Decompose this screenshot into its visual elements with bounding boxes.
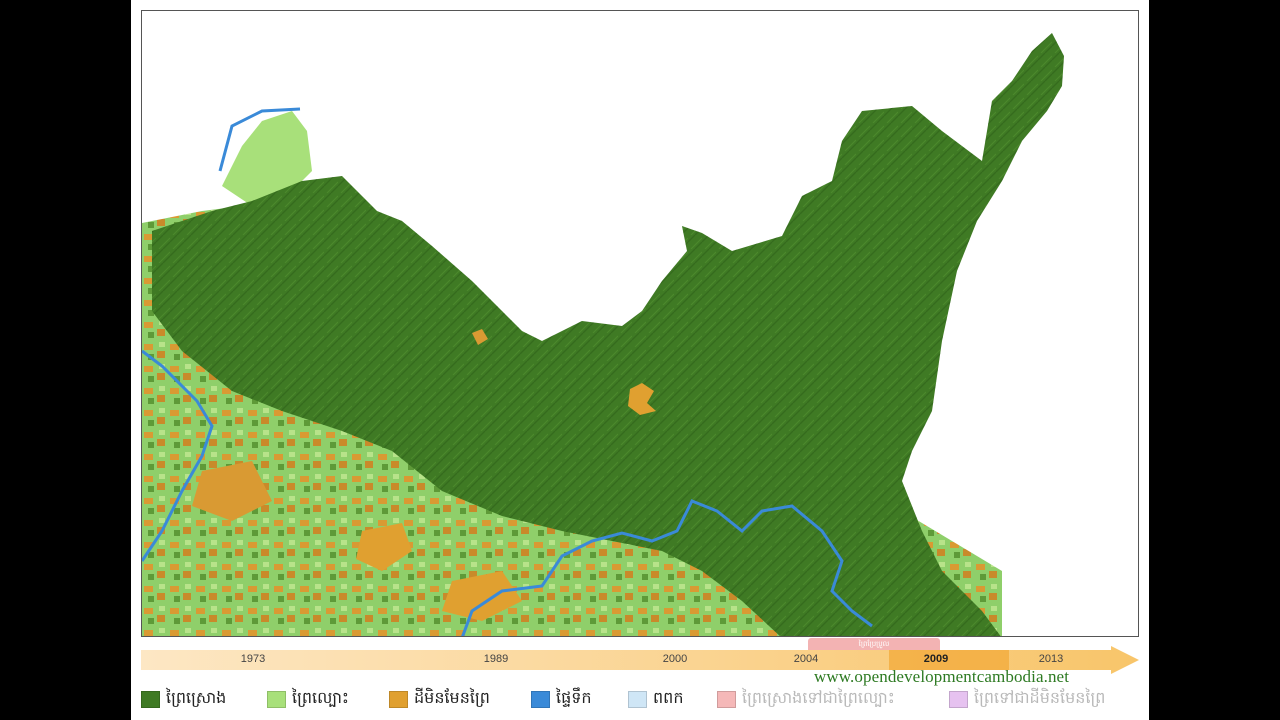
period-tab[interactable]: ព្រៃប្រែប្រួល xyxy=(808,638,940,650)
year-2013[interactable]: 2013 xyxy=(1039,653,1063,665)
year-2009-active[interactable]: 2009 xyxy=(924,653,948,665)
legend-swatch xyxy=(267,690,286,708)
year-1973[interactable]: 1973 xyxy=(241,653,265,665)
legend-swatch xyxy=(628,690,647,708)
forest-cover-map xyxy=(141,10,1139,637)
legend-swatch xyxy=(389,690,408,708)
legend-label: ពពក xyxy=(653,688,684,707)
year-2000[interactable]: 2000 xyxy=(663,653,687,665)
legend-item-non-forest: ដីមិនមែនព្រៃ xyxy=(389,686,490,712)
legend-swatch xyxy=(531,690,550,708)
legend-item-forest-to-non-forest: ព្រៃទៅជាដីមិនមែនព្រៃ xyxy=(949,686,1105,712)
legend-item-cloud: ពពក xyxy=(628,686,683,712)
legend-swatch xyxy=(717,690,736,708)
legend-label: ដីមិនមែនព្រៃ xyxy=(414,688,490,707)
year-1989[interactable]: 1989 xyxy=(484,653,508,665)
legend-label: ព្រៃទៅជាដីមិនមែនព្រៃ xyxy=(974,688,1106,707)
legend-label: ព្រៃស្រោងទៅជាព្រៃល្បោះ xyxy=(742,688,895,707)
legend-item-evergreen-forest: ព្រៃស្រោង xyxy=(141,686,226,712)
legend-swatch xyxy=(949,690,968,708)
legend-item-water: ផ្ទៃទឹក xyxy=(531,686,592,712)
source-credit: www.opendevelopmentcambodia.net xyxy=(814,667,1070,686)
legend-label: ព្រៃល្បោះ xyxy=(292,688,349,707)
legend-swatch xyxy=(141,690,160,708)
legend-item-deciduous-forest: ព្រៃល្បោះ xyxy=(267,686,349,712)
year-2004[interactable]: 2004 xyxy=(794,653,818,665)
map-canvas xyxy=(142,33,1064,636)
legend-item-evergreen-to-deciduous: ព្រៃស្រោងទៅជាព្រៃល្បោះ xyxy=(717,686,895,712)
legend-label: ផ្ទៃទឹក xyxy=(556,688,592,707)
legend-label: ព្រៃស្រោង xyxy=(166,688,227,707)
map-legend: ព្រៃស្រោង ព្រៃល្បោះ ដីមិនមែនព្រៃ ផ្ទៃទឹក… xyxy=(141,686,1139,712)
